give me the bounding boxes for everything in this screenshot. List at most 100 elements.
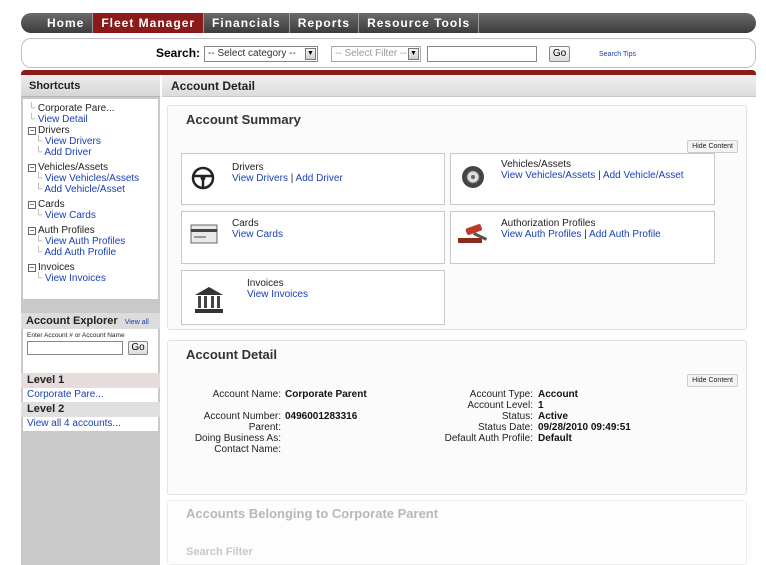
tree-item-add-driver[interactable]: └ Add Driver (28, 147, 158, 158)
shortcuts-tree: └ Corporate Pare... └ View Detail − Drive… (23, 99, 158, 299)
account-summary-panel: Account Summary Hide Content Drivers Vie… (167, 105, 747, 330)
add-vehicle-link[interactable]: Add Vehicle/Asset (603, 170, 684, 181)
view-auth-profiles-link[interactable]: View Auth Profiles (501, 229, 581, 240)
view-invoices-link[interactable]: View Invoices (247, 289, 308, 300)
status-date-value: 09/28/2010 09:49:51 (538, 422, 631, 433)
account-search-input[interactable] (27, 341, 123, 355)
account-search-hint: Enter Account # or Account Name (27, 332, 125, 339)
accounts-belonging-panel: Accounts Belonging to Corporate Parent S… (167, 500, 747, 565)
tree-item-view-drivers[interactable]: └ View Drivers (28, 136, 158, 147)
tree-item-view-detail[interactable]: └ View Detail (28, 114, 158, 125)
search-label: Search: (156, 46, 201, 60)
account-type-label: Account Type: (469, 389, 533, 400)
level-2-item[interactable]: View all 4 accounts... (23, 417, 158, 431)
account-detail-title: Account Detail (186, 347, 278, 362)
cards-card: Cards View Cards (181, 211, 445, 264)
level-2-header: Level 2 (21, 402, 160, 417)
parent-label: Parent: (248, 422, 281, 433)
tree-group-invoices[interactable]: − Invoices (28, 262, 158, 273)
account-detail-panel: Account Detail Hide Content Account Name… (167, 340, 747, 495)
level-1-item[interactable]: Corporate Pare... (23, 388, 158, 402)
page-title: Account Detail (162, 75, 756, 97)
account-number-value: 0496001283316 (285, 411, 358, 422)
account-explorer-body: Enter Account # or Account Name Go (23, 329, 158, 373)
collapse-icon[interactable]: − (28, 127, 36, 135)
account-explorer-title: Account Explorer (26, 315, 118, 327)
collapse-icon[interactable]: − (28, 201, 36, 209)
tree-root[interactable]: └ Corporate Pare... (28, 103, 158, 114)
cards-card-title: Cards (232, 218, 259, 229)
account-explorer-header: Account Explorer View all (21, 313, 160, 329)
category-select[interactable]: -- Select category -- ▼ (204, 46, 318, 62)
tree-item-view-auth-profiles[interactable]: └ View Auth Profiles (28, 236, 158, 247)
default-auth-value: Default (538, 433, 572, 444)
top-nav: Home Fleet Manager Financials Reports Re… (21, 13, 756, 33)
account-explorer: Account Explorer View all Enter Account … (21, 313, 160, 431)
hide-content-button[interactable]: Hide Content (687, 140, 738, 153)
bank-building-icon (195, 287, 223, 313)
add-auth-profile-link[interactable]: Add Auth Profile (589, 229, 661, 240)
account-name-value: Corporate Parent (285, 389, 367, 400)
tree-item-view-invoices[interactable]: └ View Invoices (28, 273, 158, 284)
tree-group-auth-profiles[interactable]: − Auth Profiles (28, 225, 158, 236)
search-tips-link[interactable]: Search Tips (599, 51, 636, 58)
gavel-icon (458, 224, 488, 243)
contact-name-label: Contact Name: (214, 444, 281, 455)
shortcuts-title: Shortcuts (21, 75, 160, 97)
view-all-link[interactable]: View all (125, 319, 149, 326)
dba-label: Doing Business As: (194, 433, 281, 444)
steering-wheel-icon (191, 166, 215, 190)
auth-profiles-card-title: Authorization Profiles (501, 218, 596, 229)
tree-item-view-cards[interactable]: └ View Cards (28, 210, 158, 221)
account-level-value: 1 (538, 400, 544, 411)
drivers-card: Drivers View Drivers | Add Driver (181, 153, 445, 205)
hide-content-button[interactable]: Hide Content (687, 374, 738, 387)
search-go-button[interactable]: Go (549, 46, 570, 62)
tree-group-cards[interactable]: − Cards (28, 199, 158, 210)
status-label: Status: (501, 411, 533, 422)
category-select-value: -- Select category -- (208, 48, 296, 59)
nav-resource-tools[interactable]: Resource Tools (359, 13, 480, 33)
collapse-icon[interactable]: − (28, 227, 36, 235)
search-input[interactable] (427, 46, 537, 62)
view-drivers-link[interactable]: View Drivers (232, 173, 288, 184)
chevron-down-icon: ▼ (305, 48, 316, 60)
add-driver-link[interactable]: Add Driver (296, 173, 343, 184)
tire-icon (462, 166, 484, 188)
filter-select[interactable]: -- Select Filter -- ▼ (331, 46, 421, 62)
vehicles-card-title: Vehicles/Assets (501, 159, 572, 170)
account-go-button[interactable]: Go (128, 341, 148, 355)
tree-item-add-auth-profile[interactable]: └ Add Auth Profile (28, 247, 158, 258)
tree-item-add-vehicle[interactable]: └ Add Vehicle/Asset (28, 184, 158, 195)
invoices-card: Invoices View Invoices (181, 270, 445, 325)
account-type-value: Account (538, 389, 578, 400)
account-number-label: Account Number: (203, 411, 281, 422)
view-vehicles-link[interactable]: View Vehicles/Assets (501, 170, 595, 181)
search-bar: Search: -- Select category -- ▼ -- Selec… (21, 38, 756, 68)
account-summary-title: Account Summary (186, 112, 301, 127)
account-level-label: Account Level: (467, 400, 533, 411)
vehicles-card: Vehicles/Assets View Vehicles/Assets | A… (450, 153, 715, 205)
nav-financials[interactable]: Financials (204, 13, 290, 33)
tree-item-view-vehicles[interactable]: └ View Vehicles/Assets (28, 173, 158, 184)
tree-group-drivers[interactable]: − Drivers (28, 125, 158, 136)
filter-select-value: -- Select Filter -- (335, 48, 407, 59)
level-1-header: Level 1 (21, 373, 160, 388)
default-auth-label: Default Auth Profile: (444, 433, 533, 444)
auth-profiles-card: Authorization Profiles View Auth Profile… (450, 211, 715, 264)
collapse-icon[interactable]: − (28, 264, 36, 272)
view-cards-link[interactable]: View Cards (232, 229, 283, 240)
search-filter-title: Search Filter (186, 546, 253, 558)
nav-reports[interactable]: Reports (290, 13, 360, 33)
credit-card-icon (190, 224, 218, 244)
drivers-card-title: Drivers (232, 162, 264, 173)
tree-group-vehicles[interactable]: − Vehicles/Assets (28, 162, 158, 173)
invoices-card-title: Invoices (247, 278, 284, 289)
status-value: Active (538, 411, 569, 422)
account-fields: Account Name: Corporate Parent Account N… (168, 389, 748, 459)
status-date-label: Status Date: (477, 422, 533, 433)
main-content: Account Detail Account Summary Hide Cont… (162, 75, 756, 565)
nav-home[interactable]: Home (39, 13, 94, 33)
collapse-icon[interactable]: − (28, 164, 36, 172)
nav-fleet-manager[interactable]: Fleet Manager (93, 13, 205, 33)
